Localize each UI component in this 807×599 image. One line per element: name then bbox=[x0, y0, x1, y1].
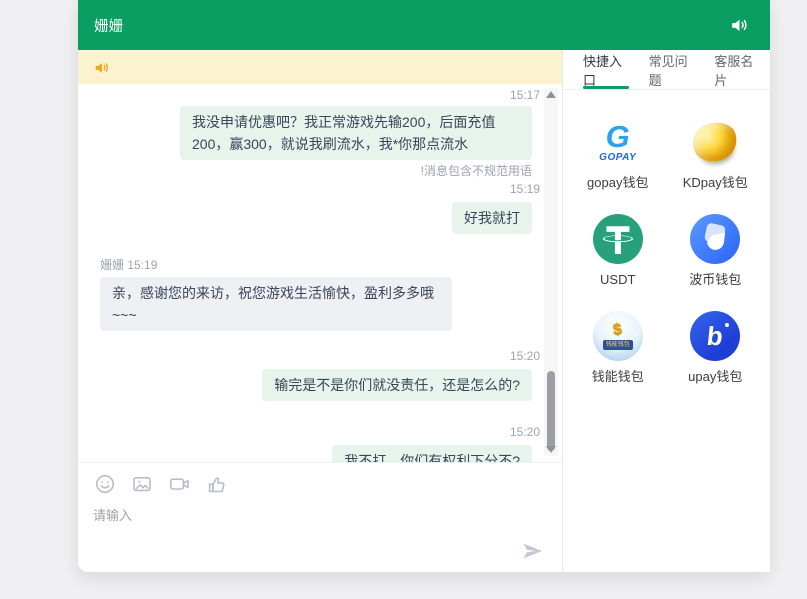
tab-agent-card[interactable]: 客服名片 bbox=[704, 50, 770, 89]
announcement-bar bbox=[78, 50, 562, 84]
wallet-item-bobi[interactable]: 波币钱包 bbox=[667, 211, 763, 288]
agent-name-timestamp: 姗姗 15:19 bbox=[100, 258, 532, 272]
chat-column: 15:17 我没申请优惠吧？我正常游戏先输200，后面充值200，赢300，就说… bbox=[78, 50, 562, 572]
outgoing-message-bubble: 我没申请优惠吧？我正常游戏先输200，后面充值200，赢300，就说我刷流水，我… bbox=[180, 106, 532, 160]
scroll-down-arrow-icon[interactable] bbox=[546, 446, 556, 453]
message-row: 亲，感谢您的来访，祝您游戏生活愉快，盈利多多哦~~~ bbox=[100, 277, 532, 331]
message-timestamp: 15:20 bbox=[100, 425, 540, 439]
tab-label: 快捷入口 bbox=[583, 51, 629, 89]
chat-widget: 姗姗 15:17 bbox=[78, 0, 770, 572]
wallet-label: 钱能钱包 bbox=[592, 369, 644, 385]
message-list: 15:17 我没申请优惠吧？我正常游戏先输200，后面充值200，赢300，就说… bbox=[78, 84, 562, 462]
wallet-label: USDT bbox=[600, 272, 635, 288]
wallet-label: 波币钱包 bbox=[689, 272, 741, 288]
bobi-wallet-icon bbox=[690, 214, 740, 264]
send-icon bbox=[521, 540, 543, 562]
message-timestamp: 15:19 bbox=[100, 182, 540, 196]
wallet-label: gopay钱包 bbox=[587, 175, 648, 191]
outgoing-message-bubble: 输完是不是你们就没责任，还是怎么的? bbox=[262, 369, 532, 401]
scroll-up-arrow-icon[interactable] bbox=[546, 91, 556, 98]
usdt-tether-icon bbox=[593, 214, 643, 264]
widget-body: 15:17 我没申请优惠吧？我正常游戏先输200，后面充值200，赢300，就说… bbox=[78, 50, 770, 572]
speaker-icon bbox=[729, 15, 749, 35]
wallet-item-kdpay[interactable]: KDpay钱包 bbox=[667, 114, 763, 191]
wallet-item-qianneng[interactable]: $ 钱能钱包 钱能钱包 bbox=[570, 308, 666, 385]
qianneng-dollar-glyph: $ bbox=[612, 321, 623, 338]
image-upload-button[interactable] bbox=[130, 472, 154, 496]
wallet-item-gopay[interactable]: G GOPAY gopay钱包 bbox=[570, 114, 666, 191]
wallet-label: upay钱包 bbox=[688, 369, 742, 385]
message-timestamp: 15:17 bbox=[100, 88, 540, 102]
outgoing-message-bubble: 好我就打 bbox=[452, 202, 532, 234]
upay-dot bbox=[725, 323, 729, 327]
composer-toolbar bbox=[93, 472, 547, 496]
chat-scrollbar[interactable] bbox=[544, 88, 558, 456]
message-row: 我没申请优惠吧？我正常游戏先输200，后面充值200，赢300，就说我刷流水，我… bbox=[100, 106, 532, 160]
video-camera-icon bbox=[168, 473, 190, 495]
thumbs-up-button[interactable] bbox=[204, 472, 228, 496]
page-background: 姗姗 15:17 bbox=[0, 0, 807, 599]
gopay-monogram: G bbox=[606, 122, 630, 152]
message-row: 好我就打 bbox=[100, 202, 532, 234]
message-input[interactable]: 请输入 bbox=[93, 505, 547, 524]
scrollbar-thumb[interactable] bbox=[547, 371, 555, 451]
chat-title: 姗姗 bbox=[94, 15, 123, 36]
wallet-item-usdt[interactable]: USDT bbox=[570, 211, 666, 288]
outgoing-message-bubble: 我不打，你们有权利下分不? bbox=[332, 445, 532, 462]
tab-faq[interactable]: 常见问题 bbox=[639, 50, 705, 89]
emoji-icon bbox=[94, 473, 116, 495]
message-row: 我不打，你们有权利下分不? bbox=[100, 445, 532, 462]
sound-toggle-button[interactable] bbox=[728, 14, 750, 36]
announcement-speaker-icon bbox=[93, 59, 110, 76]
wallet-grid: G GOPAY gopay钱包 KDpay钱包 bbox=[563, 90, 770, 385]
video-call-button[interactable] bbox=[167, 472, 191, 496]
upay-wallet-icon: b bbox=[690, 311, 740, 361]
message-timestamp: 15:20 bbox=[100, 349, 540, 363]
kdpay-gold-bean-icon bbox=[688, 117, 742, 167]
wallet-label: KDpay钱包 bbox=[683, 175, 748, 191]
qianneng-wallet-icon: $ 钱能钱包 bbox=[593, 311, 643, 361]
thumbs-up-icon bbox=[205, 473, 227, 495]
qianneng-badge: 钱能钱包 bbox=[603, 340, 633, 350]
tab-label: 常见问题 bbox=[649, 51, 695, 89]
sidebar-tabs: 快捷入口 常见问题 客服名片 bbox=[563, 50, 770, 90]
send-button[interactable] bbox=[520, 539, 544, 563]
tab-label: 客服名片 bbox=[714, 51, 760, 89]
gopay-wordmark: GOPAY bbox=[599, 152, 636, 163]
image-icon bbox=[131, 473, 153, 495]
message-row: 输完是不是你们就没责任，还是怎么的? bbox=[100, 369, 532, 401]
message-warning: !消息包含不规范用语 bbox=[100, 164, 532, 178]
composer: 请输入 bbox=[78, 462, 562, 572]
tab-quick-entry[interactable]: 快捷入口 bbox=[573, 50, 639, 89]
upay-monogram: b bbox=[706, 323, 725, 349]
gopay-logo-icon: G GOPAY bbox=[599, 114, 636, 170]
emoji-button[interactable] bbox=[93, 472, 117, 496]
incoming-message-bubble: 亲，感谢您的来访，祝您游戏生活愉快，盈利多多哦~~~ bbox=[100, 277, 452, 331]
sidebar: 快捷入口 常见问题 客服名片 G GOPAY g bbox=[562, 50, 770, 572]
wallet-item-upay[interactable]: b upay钱包 bbox=[667, 308, 763, 385]
chat-header: 姗姗 bbox=[78, 0, 770, 50]
